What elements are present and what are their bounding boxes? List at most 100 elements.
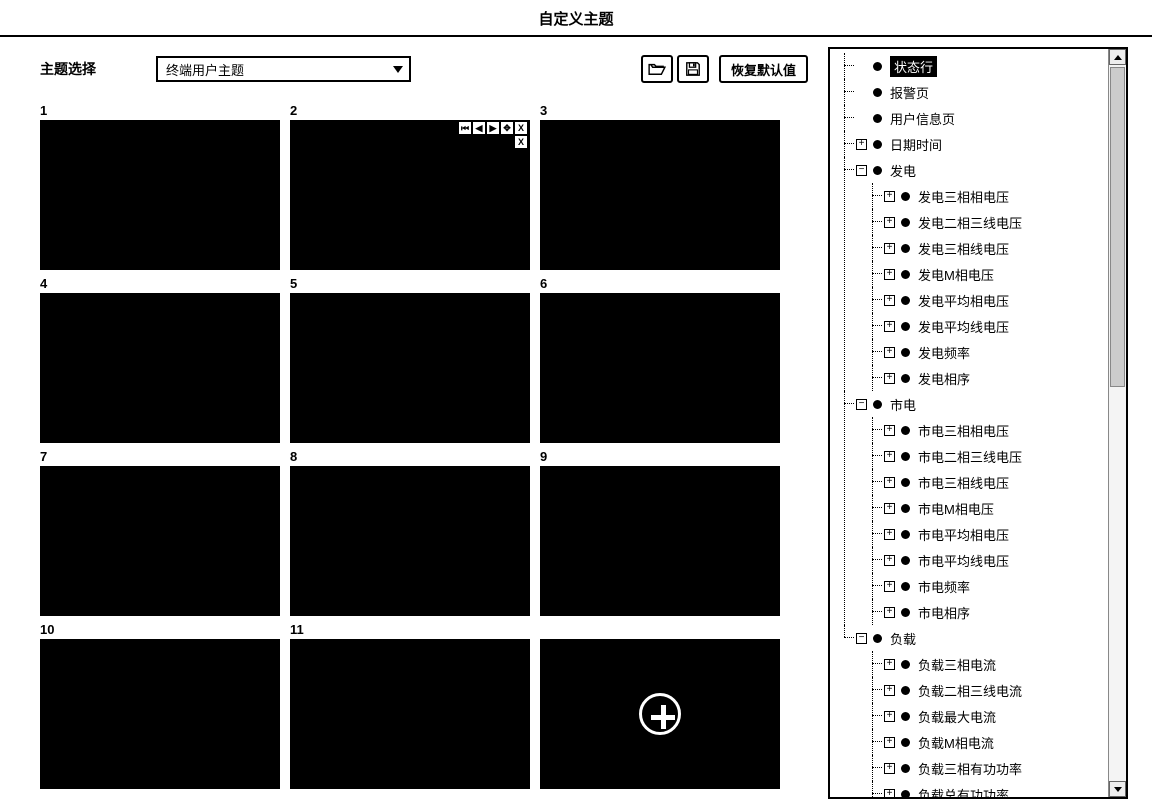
collapse-icon[interactable]: − [856,165,867,176]
expand-icon[interactable]: + [884,607,895,618]
expand-icon[interactable]: + [884,503,895,514]
tree-node[interactable]: + 负载二相三线电流 [884,677,1108,703]
slot-preview[interactable] [40,120,280,270]
tree-node[interactable]: +发电三相线电压 [884,235,1108,261]
scroll-up-button[interactable] [1109,49,1126,65]
tree-node-label: 负载总有功功率 [918,785,1009,798]
tree-node-label: 负载二相三线电流 [918,681,1022,700]
tree-node[interactable]: +市电二相三线电压 [884,443,1108,469]
tree-node[interactable]: + 负载三相电流 [884,651,1108,677]
slot-preview[interactable] [290,120,530,270]
tree-node[interactable]: +负载最大电流 [884,703,1108,729]
expand-icon[interactable]: + [884,659,895,670]
slot-preview[interactable] [290,466,530,616]
theme-select[interactable]: 终端用户主题 [156,56,411,82]
next-icon[interactable]: ▶ [486,121,500,135]
slot-preview[interactable] [290,293,530,443]
add-slot[interactable] [540,639,780,789]
tree-node[interactable]: +发电三相相电压 [884,183,1108,209]
slot-preview[interactable] [290,639,530,789]
slot-preview[interactable] [40,466,280,616]
expand-icon[interactable]: + [884,685,895,696]
slot-3[interactable]: 3 [540,103,780,270]
tree-node[interactable]: + 负载总有功功率 [884,781,1108,797]
slot-preview[interactable] [540,120,780,270]
slot-preview[interactable] [40,293,280,443]
tree-node[interactable]: +市电频率 [884,573,1108,599]
slot-10[interactable]: 10 [40,622,280,789]
expand-icon[interactable]: + [884,789,895,798]
tree-node[interactable]: +市电平均线电压 [884,547,1108,573]
move-icon[interactable]: ✥ [500,121,514,135]
tree-node-label: 负载三相电流 [918,655,996,674]
tree-node[interactable]: +市电三相相电压 [884,417,1108,443]
tree-node[interactable]: +发电二相三线电压 [884,209,1108,235]
expand-icon[interactable]: + [884,763,895,774]
expand-icon[interactable]: + [884,581,895,592]
close-icon[interactable]: X [514,121,528,135]
slot-4[interactable]: 4 [40,276,280,443]
skip-back-icon[interactable]: ⏮ [458,121,472,135]
slot-7[interactable]: 7 [40,449,280,616]
collapse-icon[interactable]: − [856,633,867,644]
tree-node[interactable]: +发电相序 [884,365,1108,391]
expand-icon[interactable]: + [884,711,895,722]
expand-icon[interactable]: + [884,555,895,566]
expand-icon[interactable]: + [884,737,895,748]
expand-icon[interactable]: + [884,373,895,384]
close-icon[interactable]: X [514,135,528,149]
tree-node[interactable]: +日期时间 [856,131,1108,157]
expand-icon[interactable]: + [884,529,895,540]
restore-default-button[interactable]: 恢复默认值 [719,55,808,83]
expand-icon[interactable]: + [884,425,895,436]
slot-9[interactable]: 9 [540,449,780,616]
slot-preview[interactable] [40,639,280,789]
tree-node[interactable]: −负载 [856,625,1108,651]
tree-node[interactable]: +市电M相电压 [884,495,1108,521]
slot-preview[interactable] [540,466,780,616]
tree-node[interactable]: 报警页 [856,79,1108,105]
prev-icon[interactable]: ◀ [472,121,486,135]
slot-preview[interactable] [540,293,780,443]
scroll-track[interactable] [1109,65,1126,781]
scroll-down-button[interactable] [1109,781,1126,797]
tree-node[interactable]: 用户信息页 [856,105,1108,131]
tree-node[interactable]: −市电 [856,391,1108,417]
slot-6[interactable]: 6 [540,276,780,443]
tree-node[interactable]: −发电 [856,157,1108,183]
expand-icon[interactable]: + [884,191,895,202]
slot-2[interactable]: 2⏮◀▶✥XX [290,103,530,270]
tree-node[interactable]: +市电三相线电压 [884,469,1108,495]
expand-icon[interactable]: + [856,139,867,150]
collapse-icon[interactable]: − [856,399,867,410]
tree-node[interactable]: +发电平均相电压 [884,287,1108,313]
expand-icon[interactable]: + [884,295,895,306]
expand-icon[interactable]: + [884,321,895,332]
tree-node[interactable]: +发电M相电压 [884,261,1108,287]
slot-12[interactable] [540,622,780,789]
expand-icon[interactable]: + [884,243,895,254]
slot-toolbar: ⏮◀▶✥X [458,121,528,135]
tree-node[interactable]: +市电相序 [884,599,1108,625]
tree-node[interactable]: +市电平均相电压 [884,521,1108,547]
tree-node[interactable]: 状态行 [856,53,1108,79]
expand-icon[interactable]: + [884,269,895,280]
expand-icon[interactable]: + [884,477,895,488]
slot-5[interactable]: 5 [290,276,530,443]
expand-icon[interactable]: + [884,347,895,358]
tree-view[interactable]: 状态行报警页用户信息页+日期时间−发电+发电三相相电压+发电二相三线电压+发电三… [830,49,1108,797]
slot-1[interactable]: 1 [40,103,280,270]
bullet-icon [901,686,910,695]
scroll-thumb[interactable] [1110,67,1125,387]
slot-8[interactable]: 8 [290,449,530,616]
tree-node[interactable]: +负载M相电流 [884,729,1108,755]
save-button[interactable] [677,55,709,83]
scrollbar[interactable] [1108,49,1126,797]
open-button[interactable] [641,55,673,83]
tree-node[interactable]: +发电频率 [884,339,1108,365]
expand-icon[interactable]: + [884,217,895,228]
expand-icon[interactable]: + [884,451,895,462]
tree-node[interactable]: +发电平均线电压 [884,313,1108,339]
slot-11[interactable]: 11 [290,622,530,789]
tree-node[interactable]: +负载三相有功功率 [884,755,1108,781]
